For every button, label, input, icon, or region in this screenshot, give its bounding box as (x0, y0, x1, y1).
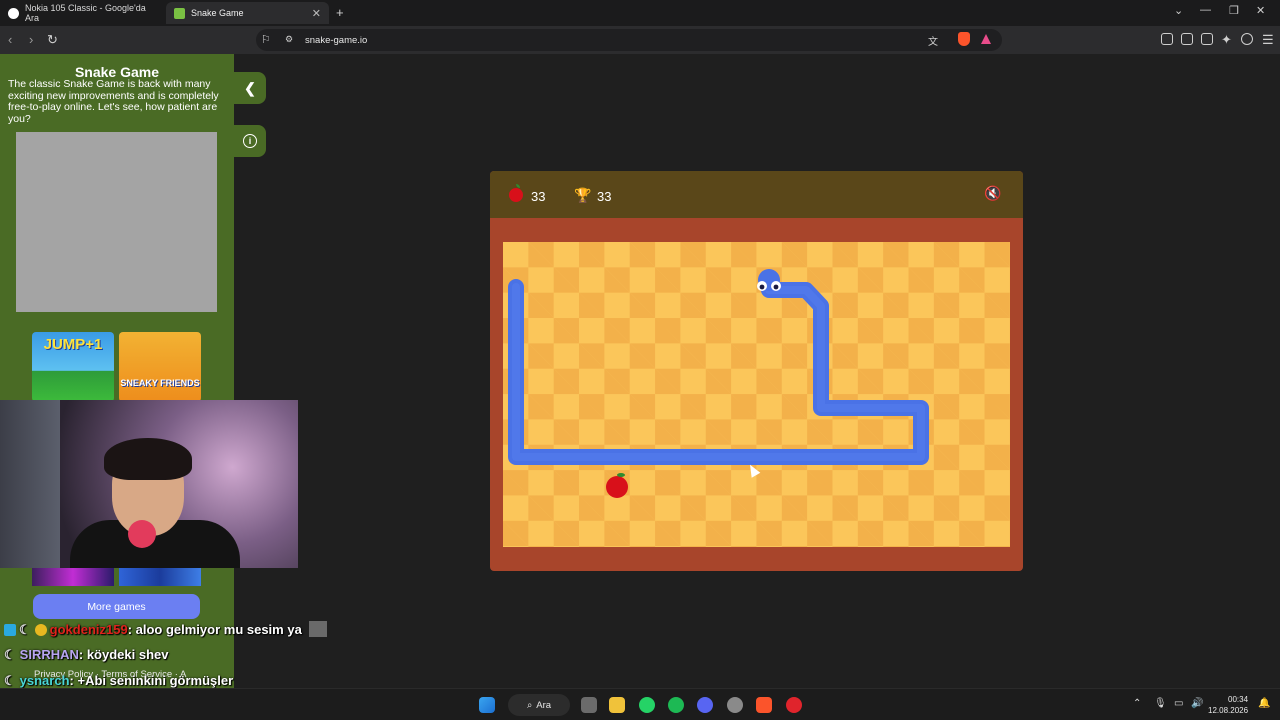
tab-title: Snake Game (191, 8, 244, 18)
volume-icon[interactable]: 🔊 (1191, 698, 1203, 709)
tab-bar: Nokia 105 Classic - Google'da Ara Snake … (0, 0, 1280, 26)
bookmark-icon[interactable]: ⚐ (261, 33, 271, 46)
brave-shields-icon[interactable] (958, 32, 970, 46)
url-box[interactable]: ⚐ ⚙ snake-game.io 文 (256, 29, 1002, 51)
info-icon: i (243, 134, 257, 148)
score-value: 33 (531, 189, 546, 204)
taskbar-search[interactable]: ⌕ Ara (508, 694, 570, 716)
snake-body-inner (512, 283, 925, 461)
game-header: 33 🏆 33 🔇 (490, 171, 1023, 218)
app-icon[interactable] (786, 697, 802, 713)
chat-text: : +Abi seninkini görmüşler (69, 673, 234, 688)
sidebar-icon[interactable] (1181, 33, 1193, 45)
info-button[interactable]: i (234, 125, 266, 157)
tab-google-search[interactable]: Nokia 105 Classic - Google'da Ara (0, 2, 165, 24)
search-icon: ⌕ (526, 699, 533, 711)
brave-rewards-icon[interactable] (981, 34, 991, 44)
moon-icon: ☾ (19, 622, 31, 637)
leo-ai-icon[interactable]: ✦ (1221, 32, 1232, 48)
windows-start-icon[interactable] (479, 697, 495, 713)
thumbnail-label: JUMP+1 (43, 336, 103, 353)
webcam-object (128, 520, 156, 548)
task-view-icon[interactable] (581, 697, 597, 713)
chat-message: ☾ SIRRHAN: köydeki shev (4, 647, 169, 663)
collapse-panel-button[interactable]: ❮ (234, 72, 266, 104)
apple-food (606, 476, 628, 498)
clock-date: 12.08.2026 (1208, 706, 1249, 715)
apple-leaf (617, 473, 625, 477)
chat-username: SIRRHAN (19, 647, 79, 662)
snake-layer (508, 269, 929, 498)
snake-pupil (759, 284, 765, 290)
game-thumbnail-jump[interactable]: JUMP+1 (32, 332, 114, 402)
webcam-background (0, 400, 60, 568)
chat-text: : aloo gelmiyor mu sesim ya (127, 622, 302, 637)
extensions-icon[interactable] (1161, 33, 1173, 45)
back-icon[interactable]: ‹ (8, 32, 12, 47)
snake-body (508, 279, 929, 465)
microphone-icon[interactable]: 🎙 (1154, 698, 1167, 709)
spotify-icon[interactable] (668, 697, 684, 713)
webcam-overlay (0, 400, 298, 568)
tray-chevron-up-icon[interactable]: ⌃ (1133, 698, 1141, 709)
chat-message: ☾ ysnarch: +Abi seninkini görmüşler (4, 673, 233, 689)
moon-icon: ☾ (4, 673, 16, 688)
google-icon (8, 7, 19, 19)
close-window-icon[interactable]: ✕ (1256, 4, 1265, 17)
menu-icon[interactable]: ☰ (1262, 32, 1274, 48)
taskbar: ⌕ Ara ⌃ 🎙 ▭ 🔊 00:34 12.08.2026 🔔 (0, 688, 1280, 720)
moon-icon: ☾ (4, 647, 16, 662)
notification-icon[interactable]: 🔔 (1258, 698, 1270, 709)
game-thumbnail[interactable] (32, 568, 114, 586)
network-icon[interactable]: ▭ (1174, 698, 1183, 709)
tab-title: Nokia 105 Classic - Google'da Ara (25, 3, 146, 23)
url-text: snake-game.io (305, 35, 368, 46)
whatsapp-icon[interactable] (639, 697, 655, 713)
tab-list-icon[interactable]: ⌄ (1174, 4, 1183, 17)
close-tab-icon[interactable]: ✕ (312, 7, 321, 20)
badge-icon (4, 624, 16, 636)
panel-description: The classic Snake Game is back with many… (8, 78, 219, 125)
search-label: Ara (536, 699, 552, 711)
chevron-left-icon: ❮ (244, 79, 256, 96)
tab-snake-game[interactable]: Snake Game ✕ (166, 2, 329, 24)
more-games-button[interactable]: More games (33, 594, 200, 619)
apple-icon (509, 184, 523, 202)
trophy-icon: 🏆 (574, 187, 592, 203)
chat-text: : köydeki shev (78, 647, 169, 662)
brave-browser-icon[interactable] (756, 697, 772, 713)
steam-icon[interactable] (727, 697, 743, 713)
game-thumbnail[interactable] (119, 568, 201, 586)
game-board[interactable] (503, 242, 1010, 547)
chat-username: ysnarch (19, 673, 70, 688)
translate-icon[interactable]: 文 (928, 33, 938, 48)
mute-icon[interactable]: 🔇 (984, 185, 1001, 202)
discord-icon[interactable] (697, 697, 713, 713)
snake-pupil (773, 284, 779, 290)
webcam-person (104, 438, 192, 480)
file-explorer-icon[interactable] (609, 697, 625, 713)
snake-favicon-icon (174, 7, 185, 19)
chat-message: ☾ gokdeniz159: aloo gelmiyor mu sesim ya (4, 621, 328, 638)
badge-icon (34, 624, 47, 636)
clock[interactable]: 00:34 12.08.2026 (1208, 694, 1248, 716)
chat-username: gokdeniz159 (49, 622, 128, 637)
game-thumbnail-sneaky-friends[interactable]: SNEAKY FRIENDS (119, 332, 201, 402)
game-info-panel: Snake Game The classic Snake Game is bac… (0, 54, 234, 688)
new-tab-icon[interactable]: + (336, 5, 344, 20)
maximize-icon[interactable]: ❐ (1229, 4, 1239, 17)
wallet-icon[interactable] (1201, 33, 1213, 45)
best-score-value: 33 (597, 189, 612, 204)
address-bar: ‹ › ↻ ⚐ ⚙ snake-game.io 文 ✦ ☰ (0, 26, 1280, 54)
snake-game[interactable]: 33 🏆 33 🔇 (490, 171, 1023, 571)
forward-icon[interactable]: › (29, 32, 33, 47)
ad-placeholder (16, 132, 217, 312)
clock-time: 00:34 (1228, 695, 1249, 704)
vpn-icon[interactable] (1241, 33, 1253, 45)
reload-icon[interactable]: ↻ (47, 32, 58, 48)
site-info-icon[interactable]: ⚙ (285, 34, 293, 45)
thumbnail-label: SNEAKY FRIENDS (120, 378, 200, 388)
minimize-icon[interactable]: — (1200, 4, 1211, 16)
emote-icon (309, 621, 328, 637)
